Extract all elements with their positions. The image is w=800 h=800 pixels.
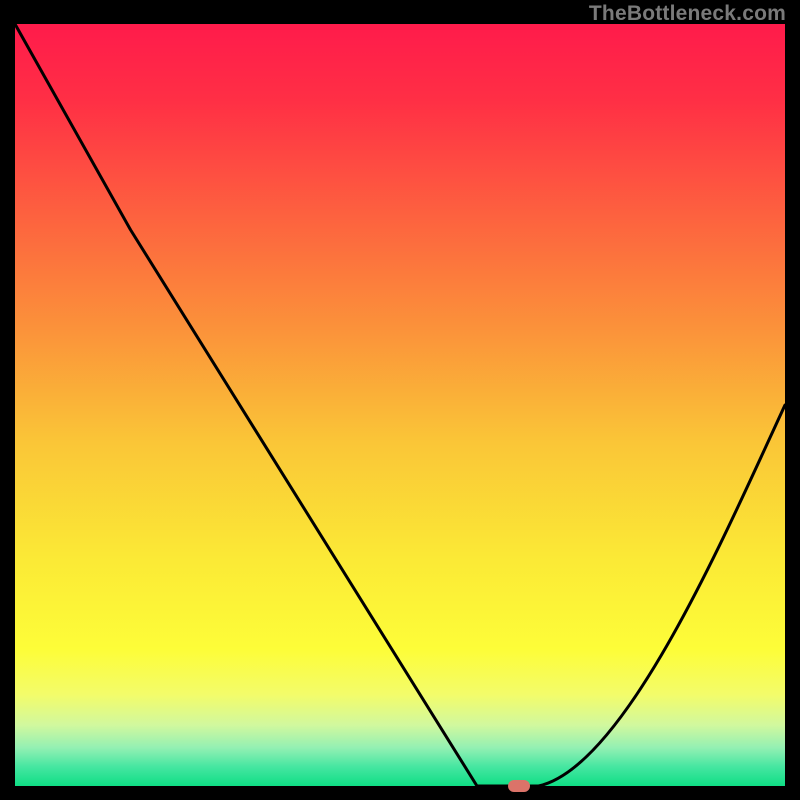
plot-area [15,24,785,786]
watermark-text: TheBottleneck.com [589,2,786,26]
optimal-marker [508,780,530,792]
chart-container: TheBottleneck.com [0,0,800,800]
bottleneck-curve [15,24,785,786]
